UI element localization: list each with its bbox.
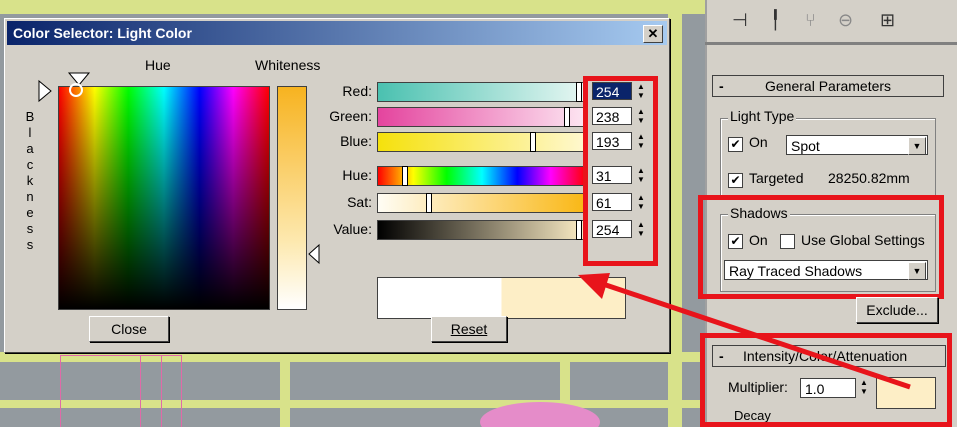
blackness-letter: B <box>25 109 35 124</box>
display-icon[interactable]: ⊞ <box>880 10 895 31</box>
pin-icon[interactable]: ⊣ <box>732 10 748 31</box>
blackness-letter: s <box>26 237 34 252</box>
annotation-arrow-icon <box>578 273 911 390</box>
targeted-checkbox[interactable]: ✔ <box>728 173 743 188</box>
light-on-checkbox[interactable]: ✔ <box>728 137 743 152</box>
blue-label: Blue: <box>340 133 372 149</box>
blackness-letter: e <box>26 205 34 220</box>
modify-icon[interactable]: ╿ <box>770 10 781 31</box>
hue-slider[interactable] <box>377 166 587 186</box>
targeted-label: Targeted <box>749 170 804 186</box>
blackness-letter: n <box>26 189 34 204</box>
sat-slider[interactable] <box>377 193 587 213</box>
blackness-letter: a <box>26 141 34 156</box>
red-slider[interactable] <box>377 82 587 102</box>
value-label: Value: <box>333 221 372 237</box>
spinner-highlight-frame <box>583 76 658 266</box>
close-button[interactable]: Close <box>89 316 169 342</box>
light-type-label: Light Type <box>728 108 797 124</box>
whiteness-label: Whiteness <box>255 57 321 73</box>
reset-button[interactable]: Reset <box>431 316 507 342</box>
hue-label: Hue <box>145 57 171 73</box>
hierarchy-icon[interactable]: ⑂ <box>805 10 816 31</box>
blackness-letter: l <box>28 125 32 140</box>
value-slider[interactable] <box>377 220 587 240</box>
dialog-titlebar[interactable]: Color Selector: Light Color ✕ <box>7 21 667 45</box>
red-label: Red: <box>342 83 372 99</box>
green-slider[interactable] <box>377 107 587 127</box>
blackness-letter: c <box>26 157 34 172</box>
dialog-close-icon[interactable]: ✕ <box>643 25 663 43</box>
dialog-title: Color Selector: Light Color <box>13 25 192 41</box>
whiteness-pointer-icon[interactable] <box>307 243 321 265</box>
blue-slider-handle[interactable] <box>530 132 536 152</box>
red-slider-handle[interactable] <box>576 82 582 102</box>
color-picker-cursor[interactable] <box>69 83 83 97</box>
general-parameters-rollout[interactable]: - General Parameters <box>712 75 944 97</box>
blackness-letter: s <box>26 221 34 236</box>
sat-label: Sat: <box>347 194 372 210</box>
dropdown-arrow-icon[interactable]: ▼ <box>908 137 926 155</box>
light-type-dropdown[interactable]: Spot ▼ <box>786 135 928 155</box>
motion-icon[interactable]: ⊖ <box>838 10 853 31</box>
hue-channel-label: Hue: <box>342 167 372 183</box>
hue-blackness-picker[interactable] <box>58 86 270 310</box>
value-slider-handle[interactable] <box>576 220 582 240</box>
hue-slider-handle[interactable] <box>402 166 408 186</box>
blackness-pointer-icon[interactable] <box>37 79 59 103</box>
light-type-group <box>720 118 936 200</box>
green-label: Green: <box>329 108 372 124</box>
general-parameters-title: General Parameters <box>765 78 892 94</box>
blackness-label: Blackness <box>23 109 37 253</box>
light-on-label: On <box>749 134 768 150</box>
sat-slider-handle[interactable] <box>426 193 432 213</box>
green-slider-handle[interactable] <box>564 107 570 127</box>
blue-slider[interactable] <box>377 132 587 152</box>
light-type-value: Spot <box>791 138 820 154</box>
blackness-letter: k <box>26 173 34 188</box>
targeted-distance: 28250.82mm <box>828 170 910 186</box>
